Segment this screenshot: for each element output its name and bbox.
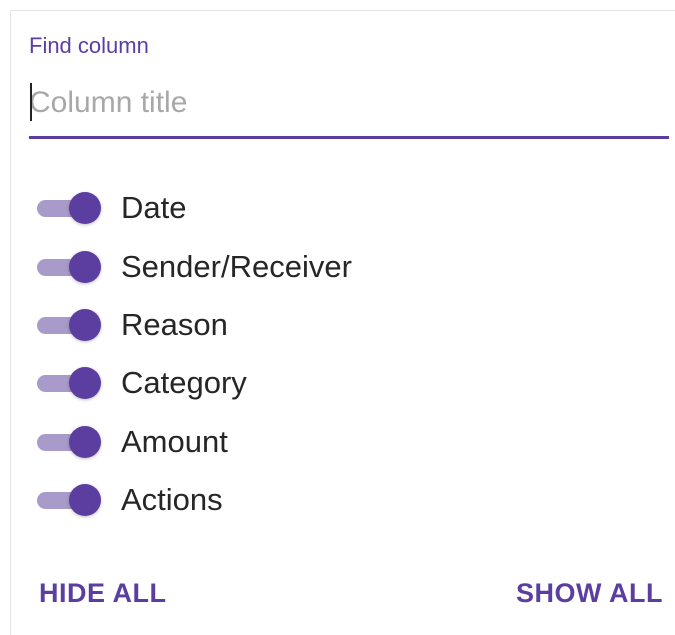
toggle-switch[interactable]	[35, 249, 103, 285]
toggle-switch[interactable]	[35, 482, 103, 518]
column-toggle-date[interactable]: Date	[35, 179, 655, 237]
switch-thumb	[69, 192, 101, 225]
switch-thumb	[69, 308, 101, 341]
column-label: Reason	[121, 306, 228, 342]
switch-thumb	[69, 250, 101, 283]
column-label: Amount	[121, 423, 228, 459]
column-toggle-category[interactable]: Category	[35, 354, 655, 412]
toggle-switch[interactable]	[35, 190, 103, 226]
switch-thumb	[69, 425, 101, 458]
text-caret	[30, 83, 32, 121]
column-label: Category	[121, 365, 247, 401]
column-search-input[interactable]	[29, 81, 669, 125]
column-toggle-sender-receiver[interactable]: Sender/Receiver	[35, 237, 655, 295]
column-label: Sender/Receiver	[121, 248, 352, 284]
switch-thumb	[69, 484, 101, 517]
hide-all-button[interactable]: HIDE ALL	[33, 574, 173, 613]
toggle-switch[interactable]	[35, 307, 103, 343]
toggle-switch[interactable]	[35, 424, 103, 460]
column-toggle-list: Date Sender/Receiver Reason Category Amo…	[35, 179, 655, 529]
show-all-button[interactable]: SHOW ALL	[510, 574, 669, 613]
switch-thumb	[69, 367, 101, 400]
toggle-switch[interactable]	[35, 365, 103, 401]
column-toggle-actions[interactable]: Actions	[35, 471, 655, 529]
column-label: Date	[121, 190, 187, 226]
find-column-label: Find column	[29, 33, 149, 58]
column-chooser-panel: Find column Date Sender/Receiver Reason	[10, 10, 675, 635]
column-toggle-amount[interactable]: Amount	[35, 413, 655, 471]
column-label: Actions	[121, 482, 223, 518]
search-field[interactable]	[29, 81, 669, 139]
column-toggle-reason[interactable]: Reason	[35, 296, 655, 354]
